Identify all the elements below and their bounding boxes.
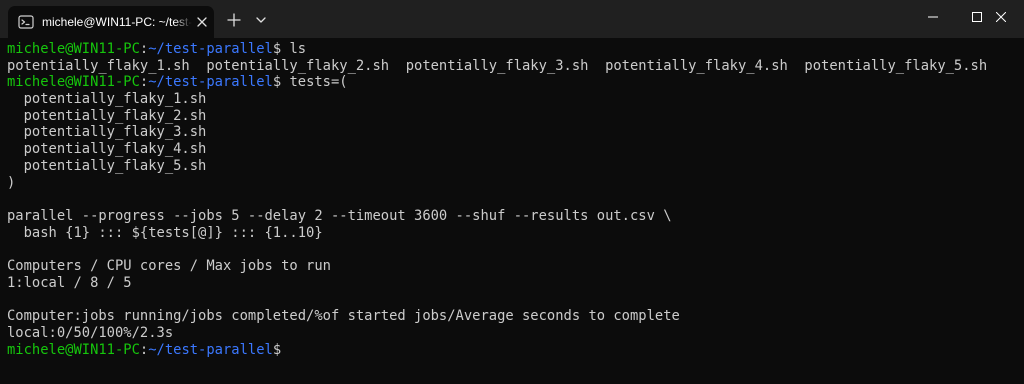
output-line: Computers / CPU cores / Max jobs to run [7,257,331,274]
minimize-icon [928,16,938,18]
minimize-button[interactable] [910,0,956,34]
plus-icon [227,13,241,27]
output-line: potentially_flaky_5.sh [7,157,207,174]
tab-dropdown-button[interactable] [250,8,272,32]
prompt-line: michele@WIN11-PC:~/test-parallel$ ls [7,41,1017,58]
prompt-user: michele@WIN11-PC [7,342,140,359]
prompt-symbol: $ [272,74,290,91]
output-line: potentially_flaky_1.sh potentially_flaky… [7,57,988,74]
prompt-line: michele@WIN11-PC:~/test-parallel$ tests=… [7,74,1017,91]
output-line: potentially_flaky_1.sh [7,91,207,108]
prompt-separator: : [139,41,149,57]
cursor [281,341,289,356]
close-window-button[interactable] [978,0,1024,34]
output-line: local:0/50/100%/2.3s [7,324,174,341]
output-line: Computer:jobs running/jobs completed/%of… [7,308,680,324]
output-line: 1:local / 8 / 5 [7,274,132,291]
prompt-symbol: $ [272,342,282,359]
terminal-output[interactable]: michele@WIN11-PC:~/test-parallel$ ls pote… [7,41,1017,377]
output-line: potentially_flaky_4.sh [7,141,207,158]
output-line: parallel --progress --jobs 5 --delay 2 -… [7,207,672,224]
prompt-path: ~/test-parallel [148,74,273,91]
output-line: potentially_flaky_3.sh [7,124,207,141]
prompt-user: michele@WIN11-PC [7,74,140,91]
prompt-separator: : [139,342,149,359]
prompt-path: ~/test-parallel [148,342,273,359]
new-tab-button[interactable] [222,8,246,32]
close-icon [996,12,1006,22]
output-line: potentially_flaky_2.sh [7,107,207,124]
prompt-path: ~/test-parallel [148,41,273,57]
command-text: tests=( [289,74,348,91]
terminal-icon [18,14,34,30]
prompt-user: michele@WIN11-PC [7,41,140,57]
command-text: ls [289,41,307,57]
title-bar: michele@WIN11-PC: ~/test-parallel [0,0,1024,38]
prompt-symbol: $ [272,41,290,57]
tab-title: michele@WIN11-PC: ~/test-parallel [42,15,192,29]
chevron-down-icon [256,17,266,23]
terminal-window: michele@WIN11-PC: ~/test-parallel [0,0,1024,384]
prompt-separator: : [139,74,149,91]
prompt-line: michele@WIN11-PC:~/test-parallel$ [7,341,1017,358]
tab-active[interactable]: michele@WIN11-PC: ~/test-parallel [8,6,214,38]
close-tab-icon[interactable] [194,14,210,30]
output-line: ) [7,174,16,191]
output-line: bash {1} ::: ${tests[@]} ::: {1..10} [7,224,323,241]
